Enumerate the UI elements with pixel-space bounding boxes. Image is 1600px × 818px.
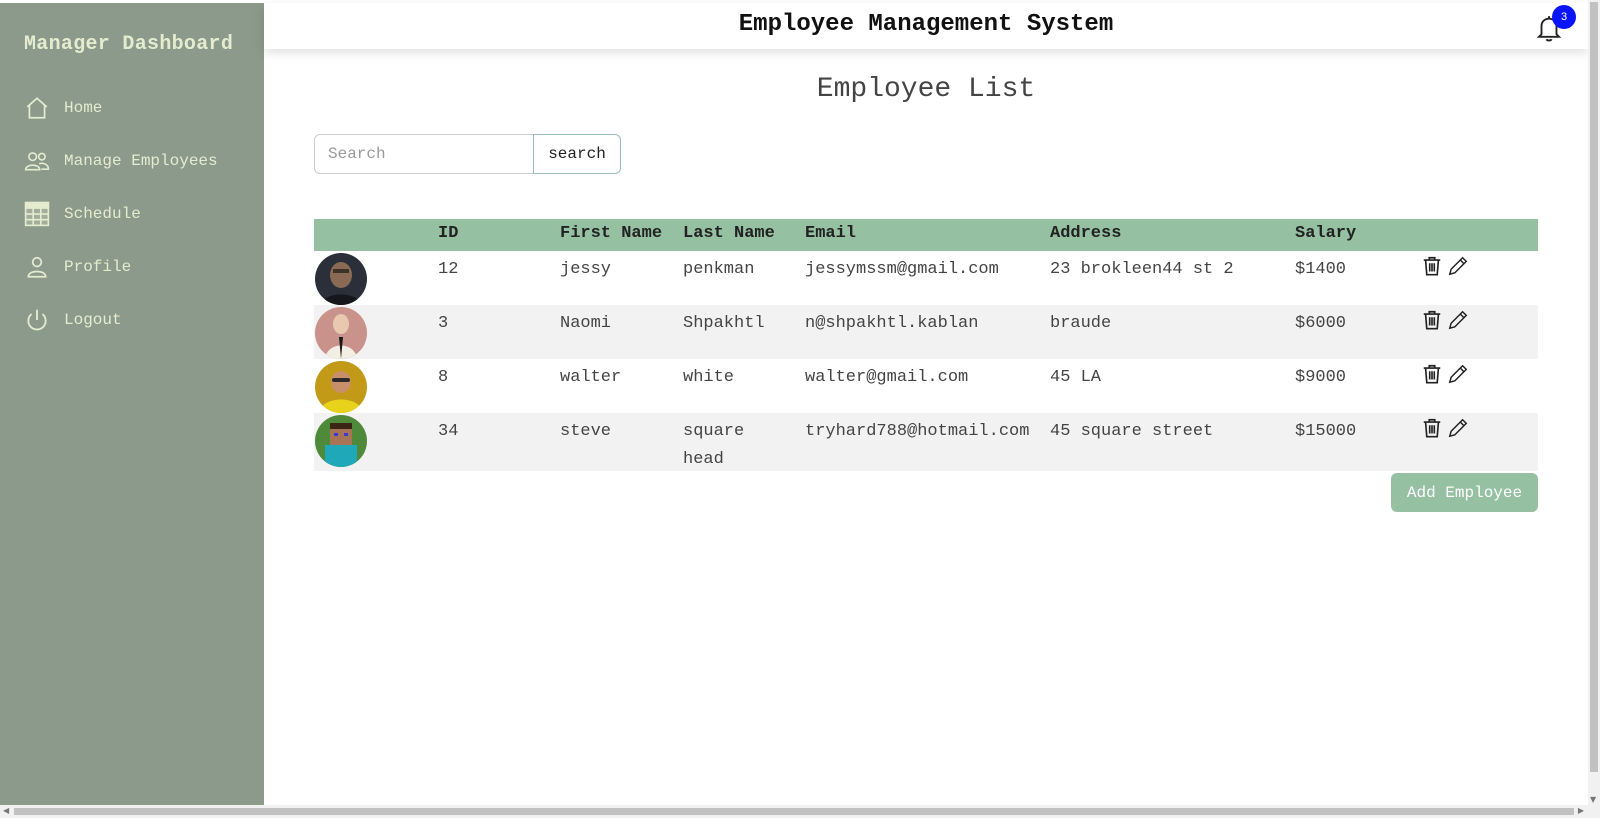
cell-salary: $6000 — [1295, 314, 1347, 333]
cell-email: n@shpakhtl.kablan — [805, 314, 979, 333]
cell-address: 45 square street — [1050, 422, 1214, 441]
cell-address: 23 brokleen44 st 2 — [1050, 260, 1234, 279]
sidebar: Manager Dashboard Home Manage Employees … — [0, 3, 264, 805]
table-row: 34 steve square head tryhard788@hotmail.… — [314, 413, 1538, 471]
cell-last-name: penkman — [683, 260, 755, 279]
avatar — [315, 253, 367, 305]
scroll-left-arrow-icon[interactable]: ◀ — [3, 806, 9, 815]
column-header-salary: Salary — [1295, 224, 1357, 243]
avatar — [315, 415, 367, 467]
search-button[interactable]: search — [533, 134, 621, 174]
column-header-id: ID — [438, 224, 459, 243]
cell-id: 8 — [438, 368, 449, 387]
sidebar-item-schedule[interactable]: Schedule — [24, 197, 141, 231]
cell-id: 34 — [438, 422, 459, 441]
cell-email: tryhard788@hotmail.com — [805, 422, 1030, 441]
table-header: ID First Name Last Name Email Address Sa… — [314, 219, 1538, 251]
column-header-last-name: Last Name — [683, 224, 775, 243]
cell-address: 45 LA — [1050, 368, 1102, 387]
delete-button[interactable] — [1421, 363, 1443, 385]
sidebar-item-home[interactable]: Home — [24, 91, 102, 125]
avatar — [315, 307, 367, 359]
sidebar-item-profile[interactable]: Profile — [24, 250, 131, 284]
table-row: 3 Naomi Shpakhtl n@shpakhtl.kablan braud… — [314, 305, 1538, 359]
horizontal-scrollbar-thumb[interactable] — [14, 808, 1574, 815]
page-title: Employee List — [816, 74, 1036, 105]
cell-salary: $15000 — [1295, 422, 1357, 441]
person-icon — [24, 254, 50, 280]
app-title: Employee Management System — [738, 11, 1114, 38]
trash-icon — [1423, 364, 1441, 384]
table-row: 8 walter white walter@gmail.com 45 LA $9… — [314, 359, 1538, 413]
cell-first-name: Naomi — [560, 314, 612, 333]
cell-email: walter@gmail.com — [805, 368, 969, 387]
vertical-scrollbar-thumb[interactable] — [1590, 2, 1598, 772]
users-icon — [24, 148, 50, 174]
cell-id: 3 — [438, 314, 449, 333]
sidebar-item-label: Home — [64, 99, 103, 117]
delete-button[interactable] — [1421, 255, 1443, 277]
edit-button[interactable] — [1447, 255, 1469, 277]
table-row: 12 jessy penkman jessymssm@gmail.com 23 … — [314, 251, 1538, 305]
notifications-button[interactable]: 3 — [1534, 5, 1576, 43]
trash-icon — [1423, 310, 1441, 330]
sidebar-item-label: Logout — [64, 311, 122, 329]
employee-table: ID First Name Last Name Email Address Sa… — [314, 219, 1538, 471]
pencil-icon — [1448, 310, 1468, 330]
table-grid-icon — [24, 201, 50, 227]
home-icon — [24, 95, 50, 121]
column-header-address: Address — [1050, 224, 1122, 243]
trash-icon — [1423, 256, 1441, 276]
sidebar-item-label: Profile — [64, 258, 132, 276]
trash-icon — [1423, 418, 1441, 438]
cell-first-name: jessy — [560, 260, 612, 279]
scroll-down-arrow-icon[interactable]: ▼ — [1590, 795, 1596, 804]
avatar — [315, 361, 367, 413]
sidebar-item-logout[interactable]: Logout — [24, 303, 122, 337]
sidebar-item-label: Schedule — [64, 205, 141, 223]
vertical-scrollbar[interactable]: ▼ — [1588, 0, 1600, 806]
cell-last-name: Shpakhtl — [683, 314, 765, 333]
column-header-email: Email — [805, 224, 857, 243]
search-input[interactable] — [314, 134, 534, 174]
edit-button[interactable] — [1447, 309, 1469, 331]
delete-button[interactable] — [1421, 309, 1443, 331]
notification-badge: 3 — [1552, 5, 1576, 29]
add-employee-button[interactable]: Add Employee — [1391, 473, 1538, 512]
cell-salary: $9000 — [1295, 368, 1347, 387]
edit-button[interactable] — [1447, 417, 1469, 439]
cell-email: jessymssm@gmail.com — [805, 260, 999, 279]
scroll-right-arrow-icon[interactable]: ▶ — [1578, 806, 1584, 815]
sidebar-title: Manager Dashboard — [24, 33, 234, 56]
cell-first-name: steve — [560, 422, 612, 441]
pencil-icon — [1448, 418, 1468, 438]
pencil-icon — [1448, 364, 1468, 384]
cell-last-name: white — [683, 368, 735, 387]
cell-last-name: square head — [683, 422, 745, 469]
horizontal-scrollbar[interactable]: ◀ ▶ — [0, 805, 1600, 818]
cell-address: braude — [1050, 314, 1112, 333]
cell-first-name: walter — [560, 368, 622, 387]
delete-button[interactable] — [1421, 417, 1443, 439]
top-bar: Employee Management System 3 — [264, 3, 1588, 49]
pencil-icon — [1448, 256, 1468, 276]
edit-button[interactable] — [1447, 363, 1469, 385]
power-icon — [24, 307, 50, 333]
sidebar-item-label: Manage Employees — [64, 152, 218, 170]
cell-id: 12 — [438, 260, 459, 279]
cell-salary: $1400 — [1295, 260, 1347, 279]
sidebar-item-manage-employees[interactable]: Manage Employees — [24, 144, 218, 178]
column-header-first-name: First Name — [560, 224, 663, 243]
